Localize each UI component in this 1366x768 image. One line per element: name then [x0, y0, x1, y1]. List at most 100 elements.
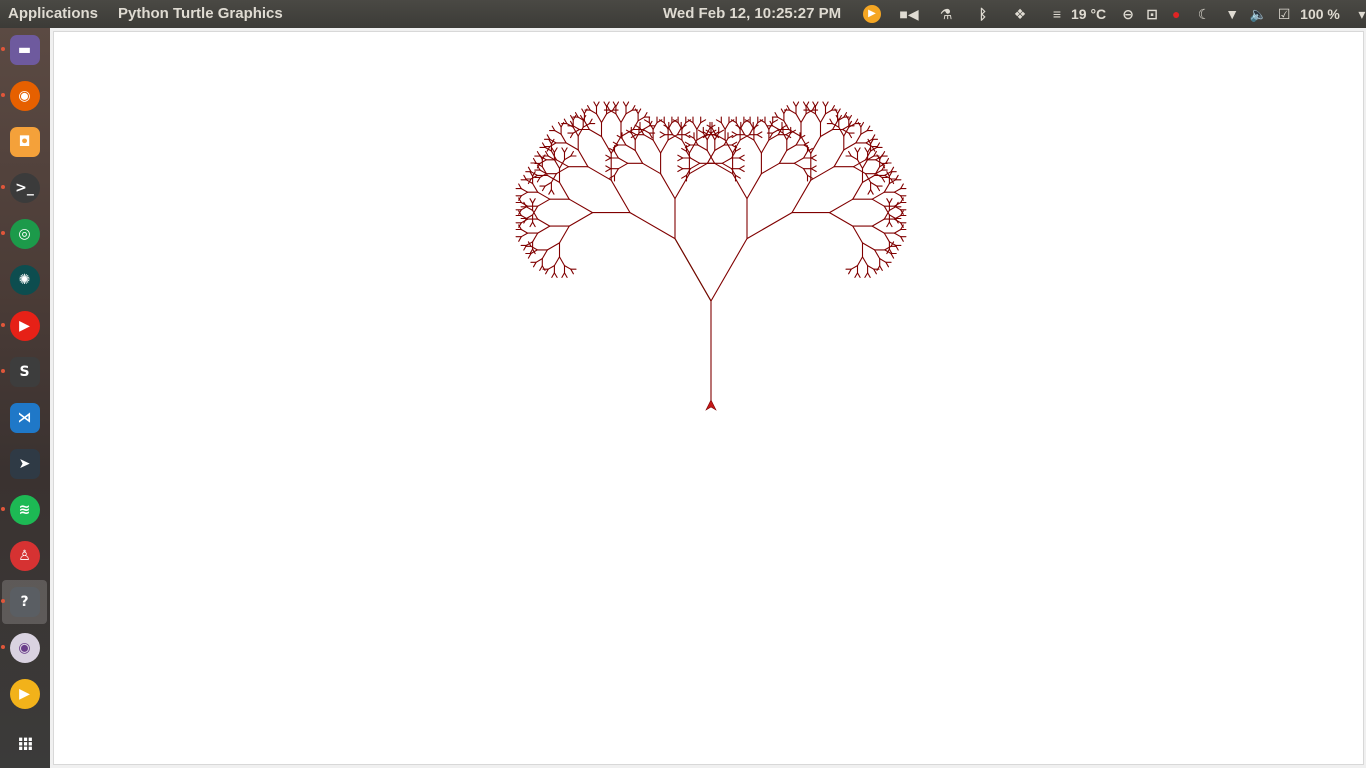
launcher-item-gitkraken[interactable]: ✺: [2, 258, 47, 302]
launcher-item-youtube-music[interactable]: ▶: [1, 304, 47, 348]
launcher-item-python-turtle[interactable]: ?: [1, 580, 47, 624]
screen-record-icon[interactable]: ⊡: [1140, 0, 1164, 28]
tree-branch: [563, 265, 572, 270]
tree-branch: [681, 174, 688, 179]
tree-branch: [667, 134, 678, 141]
active-app-title[interactable]: Python Turtle Graphics: [118, 5, 283, 22]
tree-branch: [885, 157, 890, 164]
tree-branch: [883, 232, 890, 243]
tree-branch: [715, 134, 726, 141]
weather-icon[interactable]: ≡: [1045, 0, 1069, 28]
tree-branch: [520, 228, 529, 234]
wifi-icon[interactable]: ▼: [1220, 0, 1244, 28]
tree-branch: [587, 166, 612, 181]
tree-branch: [532, 157, 537, 164]
tree-branch: [714, 144, 725, 151]
launcher-item-show-apps[interactable]: ⁝⁝⁝: [2, 722, 47, 766]
tree-branch: [824, 101, 829, 108]
launcher-item-lab[interactable]: ♙: [2, 534, 47, 578]
launcher-item-chrome[interactable]: ◎: [1, 212, 47, 256]
tree-branch: [756, 131, 763, 136]
tree-branch: [605, 157, 612, 162]
tree-branch: [536, 176, 541, 183]
launcher-item-media-player[interactable]: ▶: [2, 672, 47, 716]
arrow-app-icon: ➤: [9, 449, 40, 479]
tree-branch: [900, 183, 904, 190]
tree-branch: [660, 139, 669, 154]
tree-branch: [684, 141, 691, 146]
tree-branch: [525, 206, 534, 211]
tree-branch: [837, 108, 841, 115]
tree-branch: [537, 225, 551, 234]
tree-branch: [634, 124, 641, 129]
tree-branch: [606, 105, 611, 111]
bluetooth-icon[interactable]: ᛒ: [971, 0, 995, 28]
tree-branch: [561, 272, 566, 278]
video-camera-icon[interactable]: ■◀: [897, 0, 921, 28]
tree-branch: [555, 166, 570, 175]
tree-branch: [789, 109, 797, 115]
tree-branch: [659, 134, 666, 139]
launcher-item-postman-like[interactable]: ➤: [2, 442, 47, 486]
tree-branch: [810, 168, 817, 173]
turtle-canvas[interactable]: [53, 31, 1364, 765]
tree-branch: [553, 147, 558, 153]
weather-temperature[interactable]: 19 °C: [1071, 6, 1106, 22]
unknown-app-icon: ?: [9, 587, 40, 617]
tree-branch: [814, 113, 822, 124]
tree-branch: [731, 131, 738, 136]
volume-icon[interactable]: 🔈: [1246, 0, 1270, 28]
tree-branch: [520, 232, 529, 238]
tree-branch: [822, 101, 827, 108]
tree-branch: [677, 154, 684, 159]
launcher-item-spotify[interactable]: ≋: [1, 488, 47, 532]
applications-menu[interactable]: Applications: [8, 5, 98, 22]
tree-branch: [642, 125, 650, 131]
chevron-down-icon[interactable]: ▾: [1350, 0, 1366, 28]
minus-circle-icon[interactable]: ⊖: [1116, 0, 1140, 28]
tree-branch: [587, 105, 591, 111]
tree-branch: [525, 214, 534, 220]
launcher-item-webcam[interactable]: ◉: [1, 626, 47, 670]
tree-branch: [696, 122, 702, 130]
night-mode-icon[interactable]: ☾: [1192, 0, 1216, 28]
flask-icon[interactable]: ⚗: [934, 0, 958, 28]
clock[interactable]: Wed Feb 12, 10:25:27 PM: [663, 5, 841, 22]
tree-branch: [688, 162, 708, 175]
tree-branch: [631, 105, 636, 111]
tree-branch: [760, 139, 770, 154]
launcher-item-software-center[interactable]: ◘: [2, 120, 47, 164]
tree-branch: [795, 113, 802, 124]
launcher-item-terminal[interactable]: >_: [1, 166, 47, 210]
tree-branch: [867, 265, 875, 270]
tree-branch: [546, 134, 551, 140]
clipboard-icon[interactable]: ☑: [1272, 0, 1296, 28]
battery-indicator[interactable]: 100 %: [1300, 6, 1340, 22]
tree-branch: [838, 126, 845, 137]
tree-branch: [786, 105, 791, 111]
media-player-icon[interactable]: ▶: [860, 0, 884, 28]
launcher-item-vscode[interactable]: ⋊: [2, 396, 47, 440]
tree-branch: [610, 179, 631, 214]
tree-branch: [731, 141, 738, 146]
tree-branch: [637, 116, 645, 122]
tree-branch: [734, 174, 741, 179]
stop-record-icon[interactable]: ●: [1164, 0, 1188, 28]
launcher-item-sublime[interactable]: S: [1, 350, 47, 394]
tree-branch: [890, 166, 895, 173]
tree-branch: [548, 189, 552, 195]
tree-branch: [772, 125, 780, 131]
tree-branch: [738, 154, 745, 159]
launcher-item-firefox[interactable]: ◉: [1, 74, 47, 118]
tree-branch: [833, 149, 845, 168]
tree-branch: [738, 168, 745, 173]
tree-branch: [537, 191, 551, 200]
spotify-icon: ≋: [9, 495, 40, 525]
launcher-item-files[interactable]: ▬: [1, 28, 47, 72]
dropbox-icon[interactable]: ❖: [1008, 0, 1032, 28]
tree-branch: [871, 191, 885, 200]
tree-branch: [814, 101, 819, 108]
tree-branch: [739, 134, 750, 141]
tree-branch: [568, 212, 594, 227]
tree-branch: [769, 132, 774, 139]
